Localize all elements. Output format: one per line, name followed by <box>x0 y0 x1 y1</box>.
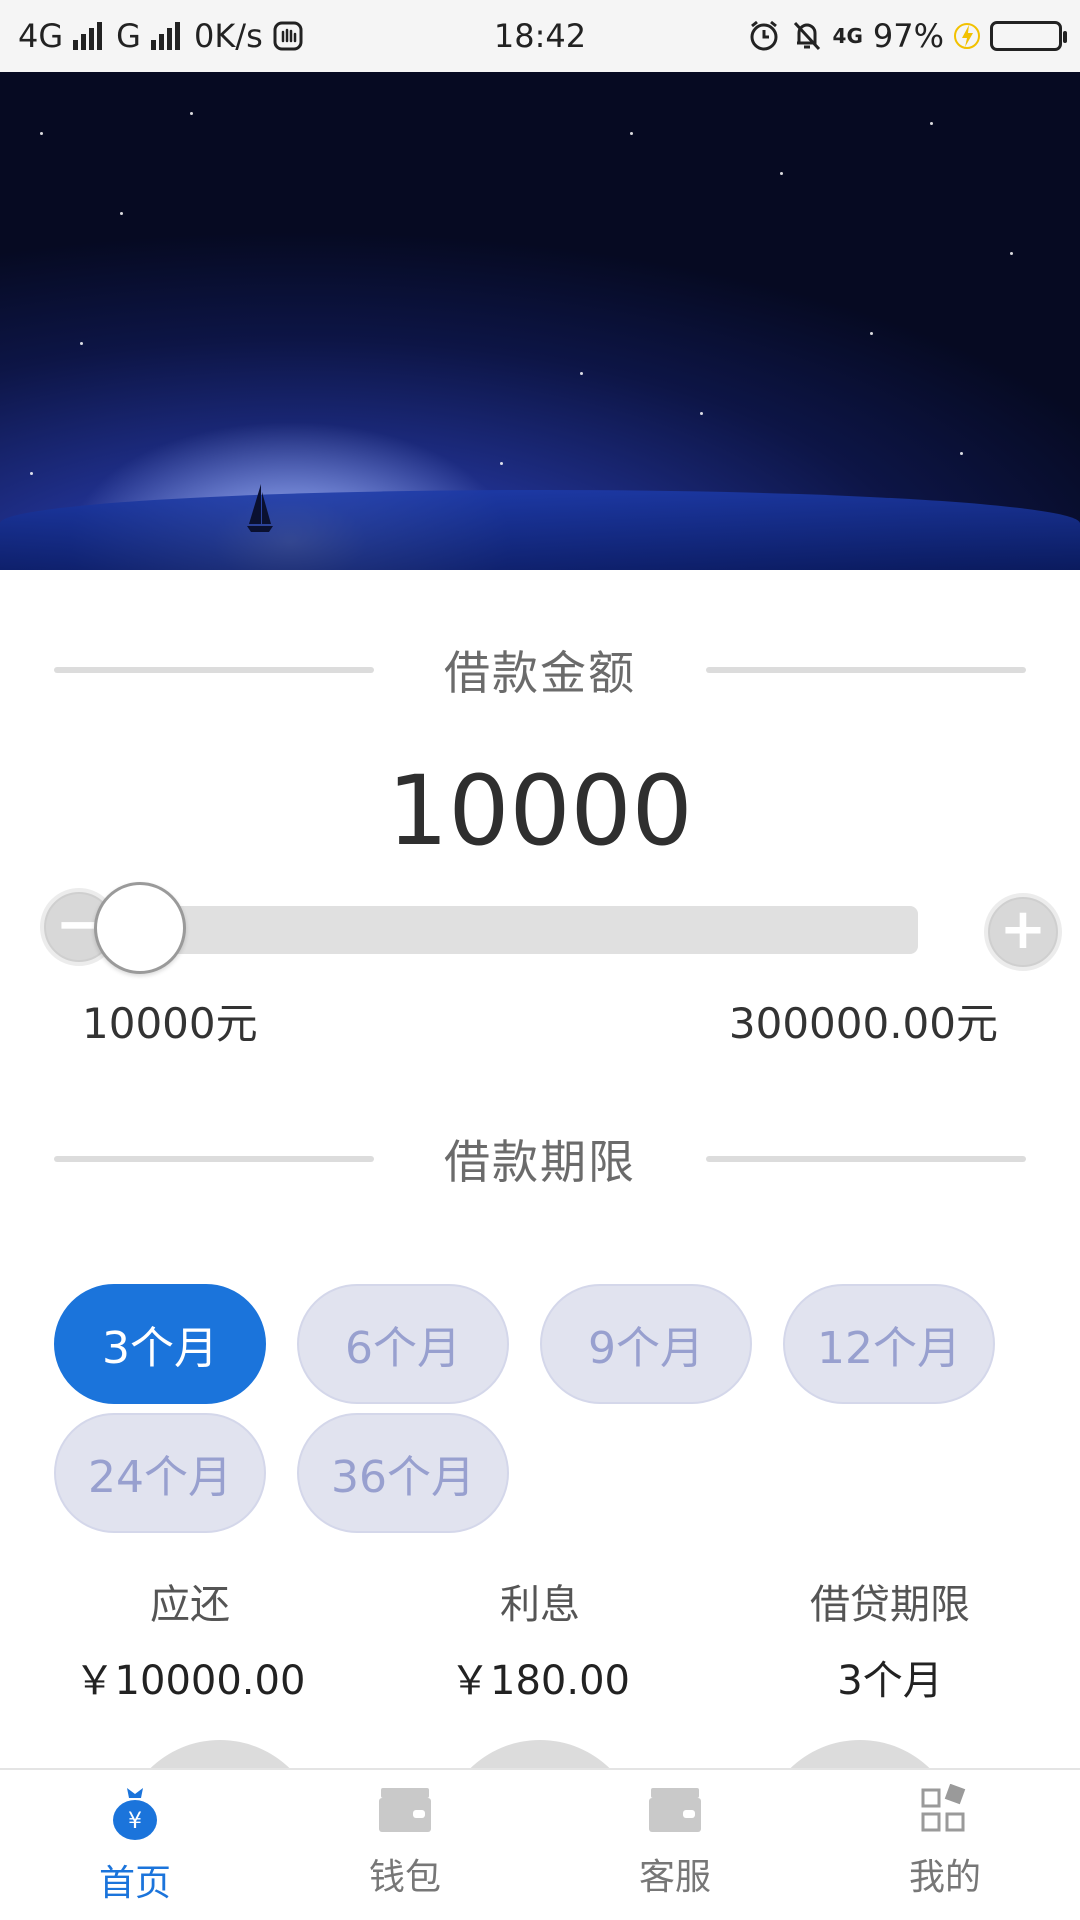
battery-percent: 97% <box>872 17 944 55</box>
promo-banner[interactable] <box>0 72 1080 570</box>
circle-button[interactable] <box>440 1740 640 1770</box>
alarm-icon <box>747 19 781 53</box>
nav-service[interactable]: 客服 <box>540 1770 810 1920</box>
nav-home-label: 首页 <box>98 1863 171 1904</box>
svg-text:¥: ¥ <box>128 1809 142 1834</box>
slider-track[interactable] <box>98 906 918 954</box>
nav-service-label: 客服 <box>638 1857 711 1898</box>
nav-wallet-label: 钱包 <box>368 1857 441 1898</box>
term-option-24[interactable]: 24个月 <box>54 1413 266 1533</box>
divider-line <box>54 1156 374 1162</box>
grid-icon <box>921 1784 966 1832</box>
interest-summary: 利息 ￥180.00 <box>360 1572 720 1706</box>
wallet-icon <box>379 1788 431 1832</box>
network-speed: 0K/s <box>193 17 263 55</box>
term-option-6[interactable]: 6个月 <box>297 1284 509 1404</box>
circle-button[interactable] <box>760 1740 960 1770</box>
action-circles <box>0 1740 1080 1770</box>
charging-icon <box>954 21 980 51</box>
loan-summary: 应还 ￥10000.00 利息 ￥180.00 借贷期限 3个月 <box>0 1572 1080 1704</box>
loan-amount-header: 借款金额 <box>54 635 1026 705</box>
network-g: G <box>116 17 141 55</box>
nav-wallet[interactable]: 钱包 <box>270 1770 540 1920</box>
loan-term-header: 借款期限 <box>54 1124 1026 1194</box>
divider-line <box>706 667 1026 673</box>
status-bar: 4G G 0K/s 18:42 4G 97% <box>0 0 1080 72</box>
nav-mine-label: 我的 <box>908 1857 981 1898</box>
slider-thumb[interactable] <box>94 882 186 974</box>
loan-amount-title: 借款金额 <box>444 646 636 700</box>
nav-home[interactable]: ¥ 首页 <box>0 1770 270 1920</box>
mute-icon <box>791 19 823 53</box>
signal-icon <box>150 22 180 50</box>
amount-min-label: 10000元 <box>82 999 258 1048</box>
network-type: 4G <box>18 17 64 55</box>
loan-amount-value: 10000 <box>387 755 693 867</box>
hand-icon <box>273 21 303 51</box>
term-label: 借贷期限 <box>810 1582 970 1628</box>
amount-max-label: 300000.00元 <box>728 999 998 1048</box>
term-option-12[interactable]: 12个月 <box>783 1284 995 1404</box>
term-option-3[interactable]: 3个月 <box>54 1284 266 1404</box>
wallet-icon <box>649 1788 701 1832</box>
repay-summary: 应还 ￥10000.00 <box>10 1572 370 1706</box>
term-option-9[interactable]: 9个月 <box>540 1284 752 1404</box>
nav-mine[interactable]: 我的 <box>810 1770 1080 1920</box>
increase-button[interactable]: + <box>984 893 1062 971</box>
repay-label: 应还 <box>150 1582 230 1628</box>
sailboat-icon <box>247 484 273 532</box>
interest-value: ￥180.00 <box>450 1658 630 1704</box>
battery-icon <box>990 21 1067 51</box>
divider-line <box>706 1156 1026 1162</box>
repay-value: ￥10000.00 <box>74 1658 306 1704</box>
amount-slider[interactable]: − + <box>38 880 1062 980</box>
circle-button[interactable] <box>120 1740 320 1770</box>
loan-term-title: 借款期限 <box>444 1135 636 1189</box>
divider-line <box>54 667 374 673</box>
term-option-36[interactable]: 36个月 <box>297 1413 509 1533</box>
money-bag-icon: ¥ <box>113 1788 157 1840</box>
signal-icon <box>73 22 103 50</box>
interest-label: 利息 <box>500 1582 580 1628</box>
term-summary: 借贷期限 3个月 <box>710 1572 1070 1706</box>
network-type-right: 4G <box>832 24 863 48</box>
bottom-nav: ¥ 首页 钱包 客服 我的 <box>0 1768 1080 1920</box>
term-value: 3个月 <box>837 1658 943 1704</box>
